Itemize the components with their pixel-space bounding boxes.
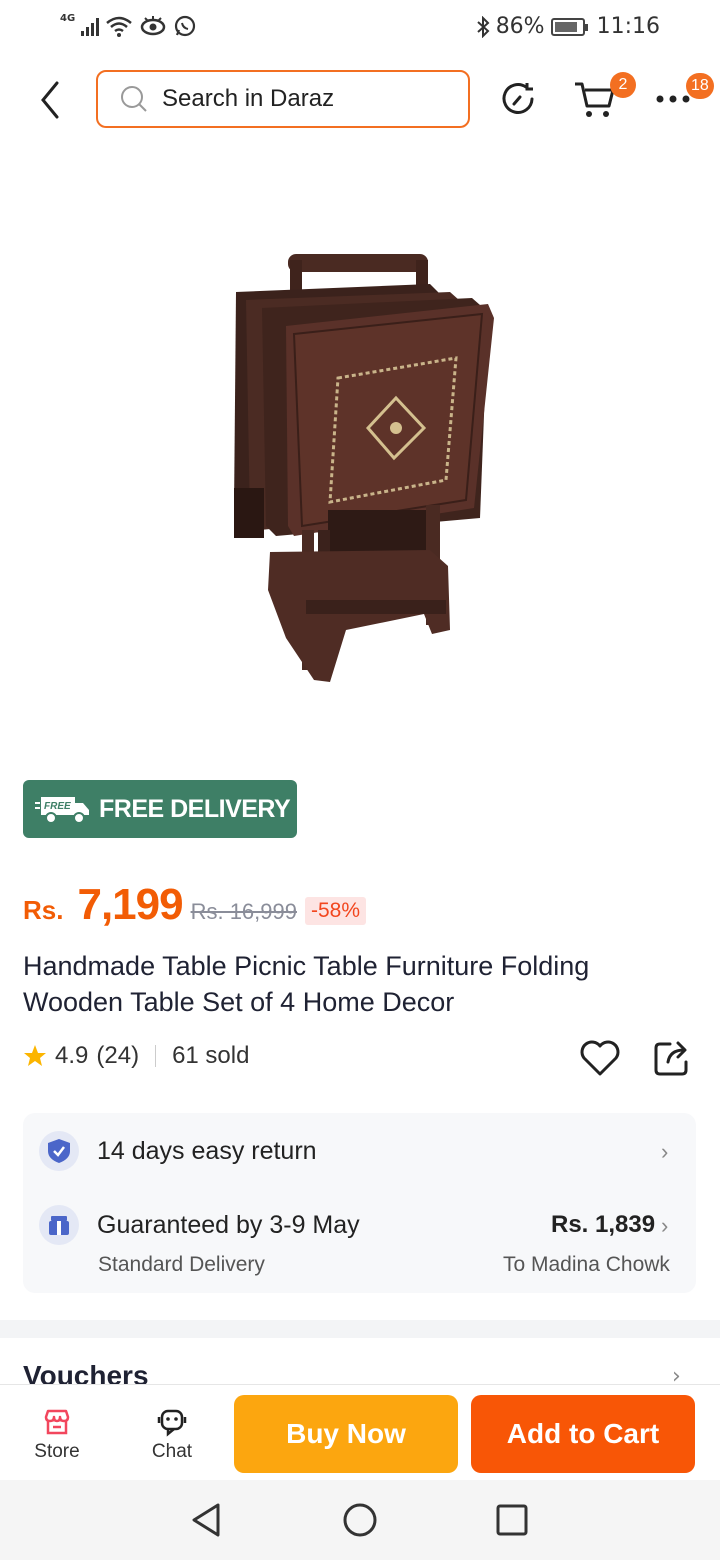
folding-table-image	[234, 254, 494, 682]
share-icon[interactable]	[652, 1038, 692, 1078]
current-price: 7,199	[77, 880, 183, 929]
bluetooth-icon	[477, 15, 490, 38]
price-row: Rs. 7,199 Rs. 16,999 -58%	[23, 880, 367, 930]
store-button[interactable]: Store	[17, 1407, 97, 1463]
rating-count: (24)	[96, 1042, 140, 1069]
history-icon	[502, 83, 534, 114]
free-delivery-label: FREE DELIVERY	[99, 794, 291, 823]
original-price: Rs. 16,999	[190, 899, 297, 924]
delivery-truck-icon: FREE	[35, 797, 89, 824]
vouchers-heading[interactable]: Vouchers	[23, 1360, 149, 1384]
history-button[interactable]	[494, 74, 544, 124]
battery-icon	[550, 17, 588, 36]
more-button[interactable]: 18	[648, 73, 714, 124]
chat-label: Chat	[151, 1441, 193, 1462]
rating-separator	[155, 1045, 157, 1067]
section-divider	[0, 1320, 720, 1338]
notification-count-badge: 18	[686, 73, 714, 99]
price-currency: Rs.	[23, 895, 64, 925]
signal-icon	[81, 16, 100, 36]
chevron-right-icon[interactable]: ›	[661, 1139, 668, 1165]
product-title: Handmade Table Picnic Table Furniture Fo…	[23, 951, 590, 1017]
delivery-type-label: Standard Delivery	[98, 1253, 265, 1276]
product-image[interactable]	[210, 230, 510, 700]
chat-button[interactable]: Chat	[132, 1407, 212, 1463]
top-navigation: Search in Daraz 2 18	[0, 68, 720, 132]
back-button[interactable]	[30, 78, 70, 122]
search-icon	[121, 86, 147, 112]
store-label: Store	[34, 1441, 80, 1462]
delivery-location[interactable]: To Madina Chowk	[503, 1253, 670, 1277]
store-icon	[44, 1409, 70, 1435]
return-policy-label[interactable]: 14 days easy return	[97, 1137, 317, 1166]
free-tag-text: FREE	[44, 801, 71, 812]
search-placeholder: Search in Daraz	[162, 85, 335, 112]
chevron-right-icon[interactable]: ›	[672, 1364, 681, 1384]
chevron-right-icon[interactable]: ›	[661, 1213, 668, 1239]
add-to-cart-button[interactable]: Add to Cart	[471, 1395, 695, 1473]
sold-count: 61 sold	[172, 1042, 250, 1069]
wifi-icon	[106, 16, 132, 37]
wishlist-heart-icon[interactable]	[578, 1038, 622, 1078]
cart-count-badge: 2	[610, 72, 636, 98]
rating-row[interactable]: 4.9 (24) 61 sold	[23, 1042, 249, 1070]
whatsapp-icon	[175, 15, 196, 37]
discount-badge: -58%	[304, 897, 367, 925]
clock: 11:16	[596, 14, 660, 39]
delivery-fee[interactable]: Rs. 1,839	[551, 1211, 655, 1239]
status-right: 86% 11:16	[476, 14, 660, 39]
return-shield-icon	[39, 1131, 79, 1171]
delivery-guarantee-label[interactable]: Guaranteed by 3-9 May	[97, 1211, 360, 1240]
system-navigation-bar	[0, 1480, 720, 1560]
eye-icon	[140, 16, 166, 36]
rating-value: 4.9	[55, 1042, 89, 1069]
nav-back-triangle-icon[interactable]	[186, 1500, 226, 1540]
chat-icon	[157, 1409, 187, 1437]
status-bar: 4G 86% 11:16	[0, 0, 720, 56]
star-icon	[24, 1045, 46, 1066]
service-info-card: 14 days easy return › Guaranteed by 3-9 …	[23, 1113, 696, 1293]
search-input[interactable]: Search in Daraz	[96, 70, 470, 128]
network-type: 4G	[60, 12, 76, 24]
bottom-action-bar: Store Chat Buy Now Add to Cart	[0, 1384, 720, 1480]
battery-percent: 86%	[495, 14, 545, 39]
more-icon	[656, 95, 690, 103]
free-delivery-badge: FREE FREE DELIVERY	[23, 780, 297, 838]
nav-home-circle-icon[interactable]	[340, 1500, 380, 1540]
cart-button[interactable]: 2	[570, 72, 636, 124]
back-icon	[41, 81, 59, 119]
status-left: 4G	[60, 12, 197, 38]
buy-now-button[interactable]: Buy Now	[234, 1395, 458, 1473]
nav-recents-square-icon[interactable]	[492, 1500, 532, 1540]
delivery-gift-icon	[39, 1205, 79, 1245]
